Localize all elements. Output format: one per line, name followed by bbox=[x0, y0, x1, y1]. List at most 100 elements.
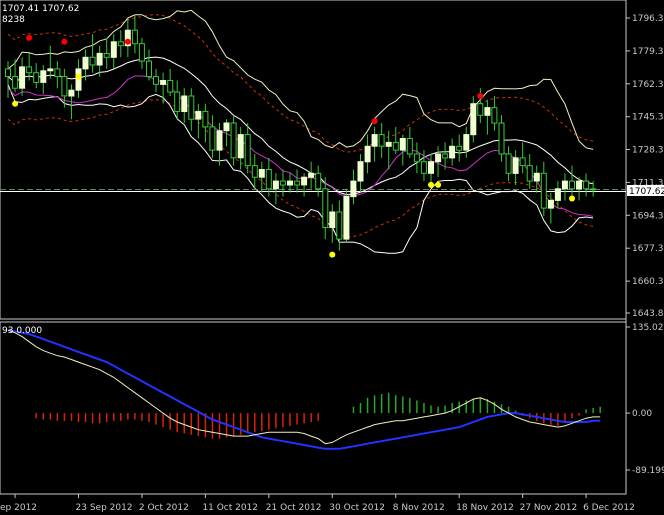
price-tag-label: 1707.62 bbox=[629, 187, 664, 197]
main-panel-border bbox=[0, 0, 627, 320]
candle-body bbox=[590, 188, 597, 191]
x-tick-label: 30 Oct 2012 bbox=[329, 503, 385, 513]
candle-body bbox=[315, 172, 322, 190]
candle-body bbox=[484, 107, 491, 116]
candle-body bbox=[265, 169, 272, 190]
candle-body bbox=[96, 52, 103, 66]
fractal-up-marker bbox=[26, 34, 33, 41]
candle-body bbox=[491, 107, 498, 124]
candle-body bbox=[26, 66, 33, 74]
x-tick-label: 27 Nov 2012 bbox=[520, 503, 578, 513]
candle-body bbox=[364, 145, 371, 163]
candle-body bbox=[561, 180, 568, 190]
x-tick-label: ep 2012 bbox=[0, 503, 37, 513]
candle-body bbox=[251, 165, 258, 178]
candle-body bbox=[237, 134, 244, 159]
candle-body bbox=[498, 122, 505, 155]
main-chart-layer bbox=[0, 9, 626, 258]
y-tick-label: 1745.30 bbox=[632, 113, 664, 123]
chart-canvas[interactable]: 1796.301779.301762.301745.301728.301711.… bbox=[0, 0, 664, 515]
candle-body bbox=[223, 122, 230, 132]
candle-body bbox=[89, 56, 96, 66]
candle-body bbox=[512, 157, 519, 174]
candle-body bbox=[336, 211, 343, 240]
x-tick-label: 23 Sep 2012 bbox=[76, 503, 133, 513]
candle-body bbox=[68, 89, 75, 97]
candle-body bbox=[174, 91, 181, 112]
candle-body bbox=[322, 188, 329, 229]
fractal-up-marker bbox=[371, 118, 378, 125]
y-tick-label: 1660.30 bbox=[632, 277, 664, 287]
fractal-down-marker bbox=[75, 73, 82, 80]
fractal-down-marker bbox=[435, 181, 442, 188]
candle-body bbox=[442, 153, 449, 159]
candle-body bbox=[519, 157, 526, 167]
candle-body bbox=[230, 122, 237, 159]
fractal-down-marker bbox=[569, 195, 575, 202]
candle-body bbox=[258, 169, 265, 178]
candle-body bbox=[33, 72, 40, 83]
osc-y-tick-label: 0.00 bbox=[632, 409, 652, 419]
candle-body bbox=[399, 138, 406, 151]
candle-body bbox=[385, 141, 392, 147]
candle-body bbox=[167, 80, 174, 93]
candle-body bbox=[533, 172, 540, 182]
candle-body bbox=[343, 196, 350, 240]
candle-body bbox=[138, 43, 145, 62]
candle-body bbox=[19, 66, 26, 89]
bollinger-upper-line bbox=[7, 9, 594, 150]
candle-body bbox=[47, 68, 54, 72]
candle-body bbox=[301, 176, 308, 186]
candle-body bbox=[40, 70, 47, 83]
x-tick-label: 21 Oct 2012 bbox=[266, 503, 322, 513]
y-tick-label: 1762.30 bbox=[632, 80, 664, 90]
candle-body bbox=[470, 103, 477, 136]
candle-body bbox=[449, 145, 456, 159]
candle-body bbox=[456, 145, 463, 151]
candle-body bbox=[287, 180, 293, 186]
candle-body bbox=[540, 172, 547, 209]
y-tick-label: 1694.30 bbox=[632, 211, 664, 221]
candle-body bbox=[117, 41, 124, 47]
candle-body bbox=[569, 180, 575, 190]
candle-body bbox=[547, 199, 554, 209]
fractal-up-marker bbox=[477, 93, 484, 99]
oscillator-signal-line bbox=[7, 329, 601, 450]
indicator-header: 93 0.000 bbox=[2, 326, 42, 336]
y-tick-label: 1779.30 bbox=[632, 47, 664, 57]
candle-body bbox=[392, 141, 399, 151]
candle-body bbox=[160, 80, 167, 85]
candle-body bbox=[583, 180, 590, 190]
candle-body bbox=[244, 134, 251, 167]
candle-body bbox=[195, 110, 202, 120]
candle-body bbox=[378, 134, 385, 147]
candle-body bbox=[272, 180, 279, 190]
osc-y-tick-label: 135.021 bbox=[632, 323, 664, 333]
candle-body bbox=[413, 153, 420, 163]
osc-y-tick-label: -89.199 bbox=[632, 466, 664, 476]
fractal-up-marker bbox=[61, 38, 68, 45]
envelope-upper-line bbox=[7, 14, 594, 153]
x-tick-label: 6 Dec 2012 bbox=[583, 503, 635, 513]
candle-body bbox=[428, 161, 434, 174]
candle-body bbox=[202, 110, 209, 128]
ohlc-header: 1707.41 1707.62 bbox=[2, 4, 79, 14]
x-tick-label: 11 Oct 2012 bbox=[202, 503, 258, 513]
trading-chart-window: 1796.301779.301762.301745.301728.301711.… bbox=[0, 0, 664, 515]
indicator-chart-layer bbox=[7, 329, 601, 450]
candle-body bbox=[463, 134, 470, 151]
candle-body bbox=[54, 68, 61, 78]
candle-body bbox=[294, 180, 301, 186]
y-tick-label: 1643.80 bbox=[632, 309, 664, 319]
candle-body bbox=[110, 41, 117, 58]
candle-body bbox=[308, 172, 315, 178]
bollinger-middle-line bbox=[7, 56, 594, 196]
fractal-up-marker bbox=[124, 38, 131, 45]
candle-body bbox=[188, 95, 195, 120]
volume-header: 8238 bbox=[2, 15, 25, 25]
indicator-panel-border bbox=[0, 321, 627, 495]
candle-body bbox=[216, 130, 223, 151]
candle-body bbox=[181, 95, 188, 112]
x-tick-label: 8 Nov 2012 bbox=[393, 503, 445, 513]
moving-average-line bbox=[7, 75, 594, 217]
